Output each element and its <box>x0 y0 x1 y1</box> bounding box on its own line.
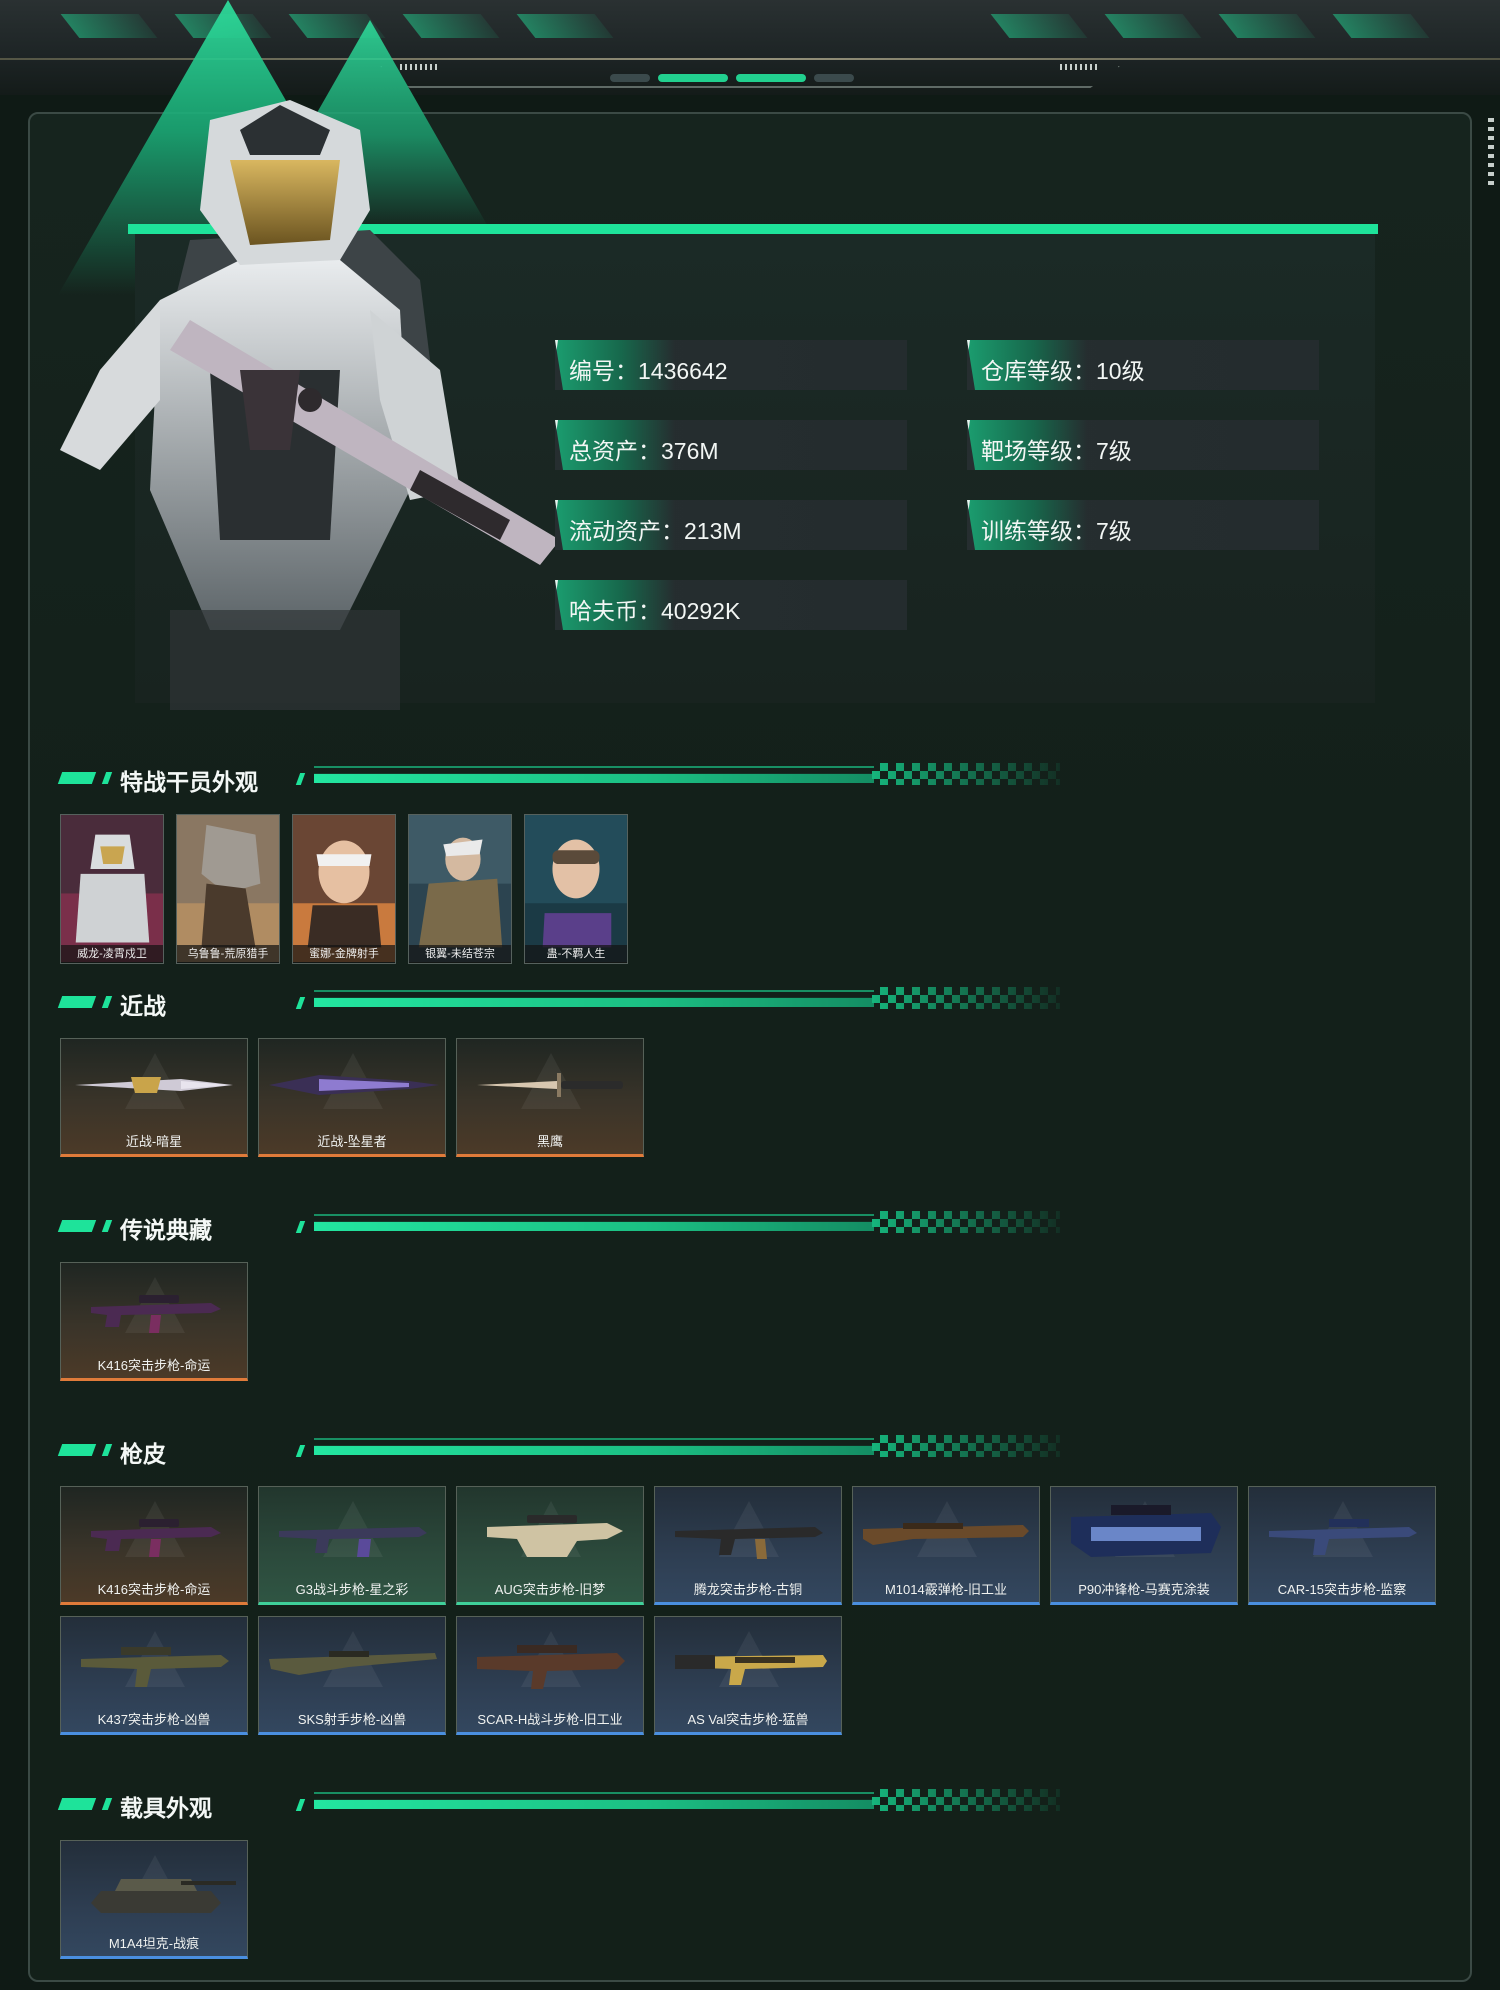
item-card[interactable]: SCAR-H战斗步枪-旧工业 <box>456 1616 644 1735</box>
rifle-sks-image <box>269 1651 437 1675</box>
stat-warehouse-level: 仓库等级：10级 <box>967 340 1319 390</box>
smg-p90-image <box>1071 1505 1221 1557</box>
section-header-melee: 近战 <box>57 987 1060 1019</box>
header-ticks-right <box>1060 64 1100 70</box>
rifle-k437-image <box>81 1647 229 1687</box>
section-header-legend: 传说典藏 <box>57 1211 1060 1243</box>
rifle-aug-image <box>487 1515 623 1557</box>
profile-stats: 编号：1436642 仓库等级：10级 总资产：376M 靶场等级：7级 流动资… <box>555 340 1319 630</box>
operator-card[interactable]: 蛊-不羁人生 <box>524 814 628 964</box>
operator-thumbnail <box>409 815 511 963</box>
item-card[interactable]: K437突击步枪-凶兽 <box>60 1616 248 1735</box>
item-card[interactable]: CAR-15突击步枪-监察 <box>1248 1486 1436 1605</box>
section-header-skins: 枪皮 <box>57 1435 1060 1467</box>
section-header-operators: 特战干员外观 <box>57 763 1060 795</box>
melee-list: 近战-暗星 近战-坠星者 黑鹰 <box>60 1038 644 1157</box>
skins-list-row1: K416突击步枪-命运 G3战斗步枪-星之彩 AUG突击步枪-旧梦 腾龙突击步枪… <box>60 1486 1436 1605</box>
shotgun-m1014-image <box>863 1523 1029 1545</box>
panel-scroll-dots <box>1488 118 1494 188</box>
rifle-as-val-image <box>675 1655 827 1685</box>
stat-range-level: 靶场等级：7级 <box>967 420 1319 470</box>
item-card[interactable]: 腾龙突击步枪-古铜 <box>654 1486 842 1605</box>
item-card[interactable]: M1014霰弹枪-旧工业 <box>852 1486 1040 1605</box>
rifle-car15-image <box>1269 1519 1417 1555</box>
knife-black-hawk-image <box>477 1073 623 1097</box>
item-card[interactable]: AUG突击步枪-旧梦 <box>456 1486 644 1605</box>
stat-training-level: 训练等级：7级 <box>967 500 1319 550</box>
operator-thumbnail <box>177 815 279 963</box>
header-stripes-right <box>990 14 1430 38</box>
item-card[interactable]: SKS射手步枪-凶兽 <box>258 1616 446 1735</box>
stat-havoc-coin: 哈夫币：40292K <box>555 580 907 630</box>
item-card[interactable]: 黑鹰 <box>456 1038 644 1157</box>
operator-card[interactable]: 蜜娜-金牌射手 <box>292 814 396 964</box>
item-card[interactable]: G3战斗步枪-星之彩 <box>258 1486 446 1605</box>
rifle-scar-h-image <box>477 1645 625 1689</box>
rifle-g3-image <box>279 1527 427 1557</box>
item-card[interactable]: 近战-暗星 <box>60 1038 248 1157</box>
operator-portrait <box>60 100 560 710</box>
vehicles-list: M1A4坦克-战痕 <box>60 1840 248 1959</box>
operator-thumbnail <box>61 815 163 963</box>
header-indicator <box>610 74 854 82</box>
stat-id: 编号：1436642 <box>555 340 907 390</box>
item-card[interactable]: AS Val突击步枪-猛兽 <box>654 1616 842 1735</box>
operator-card[interactable]: 威龙-凌霄戍卫 <box>60 814 164 964</box>
operator-thumbnail <box>293 815 395 963</box>
item-card[interactable]: 近战-坠星者 <box>258 1038 446 1157</box>
section-header-vehicles: 载具外观 <box>57 1789 1060 1821</box>
header-stripes-left <box>60 14 614 38</box>
legend-list: K416突击步枪-命运 <box>60 1262 248 1381</box>
section-title: 载具外观 <box>120 1795 212 1821</box>
skins-list-row2: K437突击步枪-凶兽 SKS射手步枪-凶兽 SCAR-H战斗步枪-旧工业 AS… <box>60 1616 842 1735</box>
operator-card[interactable]: 乌鲁鲁-荒原猎手 <box>176 814 280 964</box>
item-card[interactable]: K416突击步枪-命运 <box>60 1262 248 1381</box>
section-title: 传说典藏 <box>120 1217 212 1243</box>
item-card[interactable]: P90冲锋枪-马赛克涂装 <box>1050 1486 1238 1605</box>
section-title: 枪皮 <box>120 1441 166 1467</box>
knife-star-faller-image <box>269 1075 439 1095</box>
item-card[interactable]: M1A4坦克-战痕 <box>60 1840 248 1959</box>
knife-dark-star-image <box>75 1077 233 1093</box>
stat-total-assets: 总资产：376M <box>555 420 907 470</box>
stat-liquid-assets: 流动资产：213M <box>555 500 907 550</box>
item-card[interactable]: K416突击步枪-命运 <box>60 1486 248 1605</box>
rifle-k416-fate-image <box>91 1519 221 1557</box>
operator-thumbnail <box>525 815 627 963</box>
section-title: 近战 <box>120 993 166 1019</box>
section-title: 特战干员外观 <box>120 769 258 795</box>
rifle-tenglong-image <box>675 1527 823 1559</box>
operator-card[interactable]: 银翼-未结苍宗 <box>408 814 512 964</box>
tank-m1a4-image <box>91 1879 236 1913</box>
operator-list: 威龙-凌霄戍卫 乌鲁鲁-荒原猎手 蜜娜-金牌射手 银翼-未结苍宗 蛊-不羁人生 <box>60 814 628 964</box>
rifle-k416-fate-image <box>91 1295 221 1333</box>
